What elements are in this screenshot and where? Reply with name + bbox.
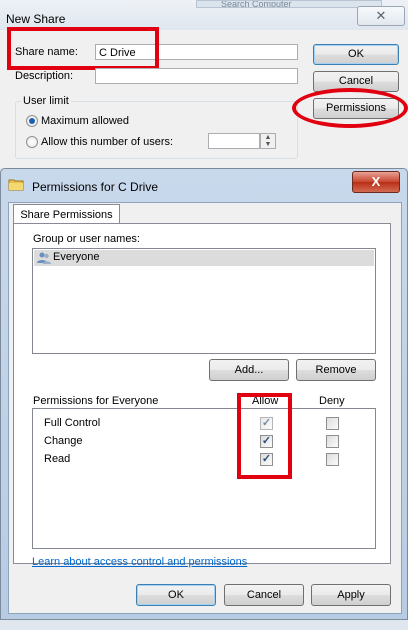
apply-button[interactable]: Apply [311, 584, 391, 606]
user-list[interactable]: Everyone [32, 248, 376, 354]
user-limit-label: User limit [21, 95, 71, 107]
users-group-icon [37, 252, 51, 264]
ok-button[interactable]: OK [136, 584, 216, 606]
permissions-list: Full Control ✓ Change ✓ Read ✓ [32, 408, 376, 549]
permissions-dialog: Permissions for C Drive X Share Permissi… [0, 168, 408, 630]
deny-header: Deny [319, 395, 345, 407]
learn-about-permissions-link[interactable]: Learn about access control and permissio… [32, 556, 247, 568]
close-icon[interactable]: X [352, 171, 400, 193]
cancel-button[interactable]: Cancel [224, 584, 304, 606]
user-count-spinner[interactable]: ▲ ▼ [260, 133, 276, 149]
group-or-user-label: Group or user names: [33, 233, 140, 245]
new-share-title: New Share [6, 12, 66, 26]
allow-number-label[interactable]: Allow this number of users: [41, 136, 173, 148]
description-field[interactable] [95, 68, 298, 84]
annotation-red-box [7, 27, 159, 70]
permissions-for-label: Permissions for Everyone [33, 395, 159, 407]
new-share-dialog: Search Computer New Share ✕ Share name: … [0, 0, 408, 168]
maximum-allowed-radio[interactable] [26, 115, 38, 127]
annotation-red-box [237, 393, 292, 479]
close-icon[interactable]: ✕ [357, 6, 405, 26]
user-count-field[interactable] [208, 133, 260, 149]
permission-name: Full Control [44, 417, 101, 429]
allow-number-radio[interactable] [26, 136, 38, 148]
ok-button[interactable]: OK [313, 44, 399, 65]
deny-checkbox[interactable] [326, 417, 339, 430]
search-box[interactable]: Search Computer [196, 0, 382, 8]
annotation-red-oval [292, 88, 408, 128]
permission-name: Read [44, 453, 71, 465]
user-everyone[interactable]: Everyone [53, 251, 99, 263]
folder-icon [8, 179, 24, 191]
deny-checkbox[interactable] [326, 435, 339, 448]
description-label: Description: [15, 70, 74, 82]
permission-name: Change [44, 435, 83, 447]
remove-button[interactable]: Remove [296, 359, 376, 381]
user-limit-group [15, 101, 298, 159]
add-button[interactable]: Add... [209, 359, 289, 381]
tab-share-permissions[interactable]: Share Permissions [13, 204, 120, 225]
permissions-title: Permissions for C Drive [32, 180, 159, 194]
maximum-allowed-label[interactable]: Maximum allowed [41, 115, 129, 127]
deny-checkbox[interactable] [326, 453, 339, 466]
